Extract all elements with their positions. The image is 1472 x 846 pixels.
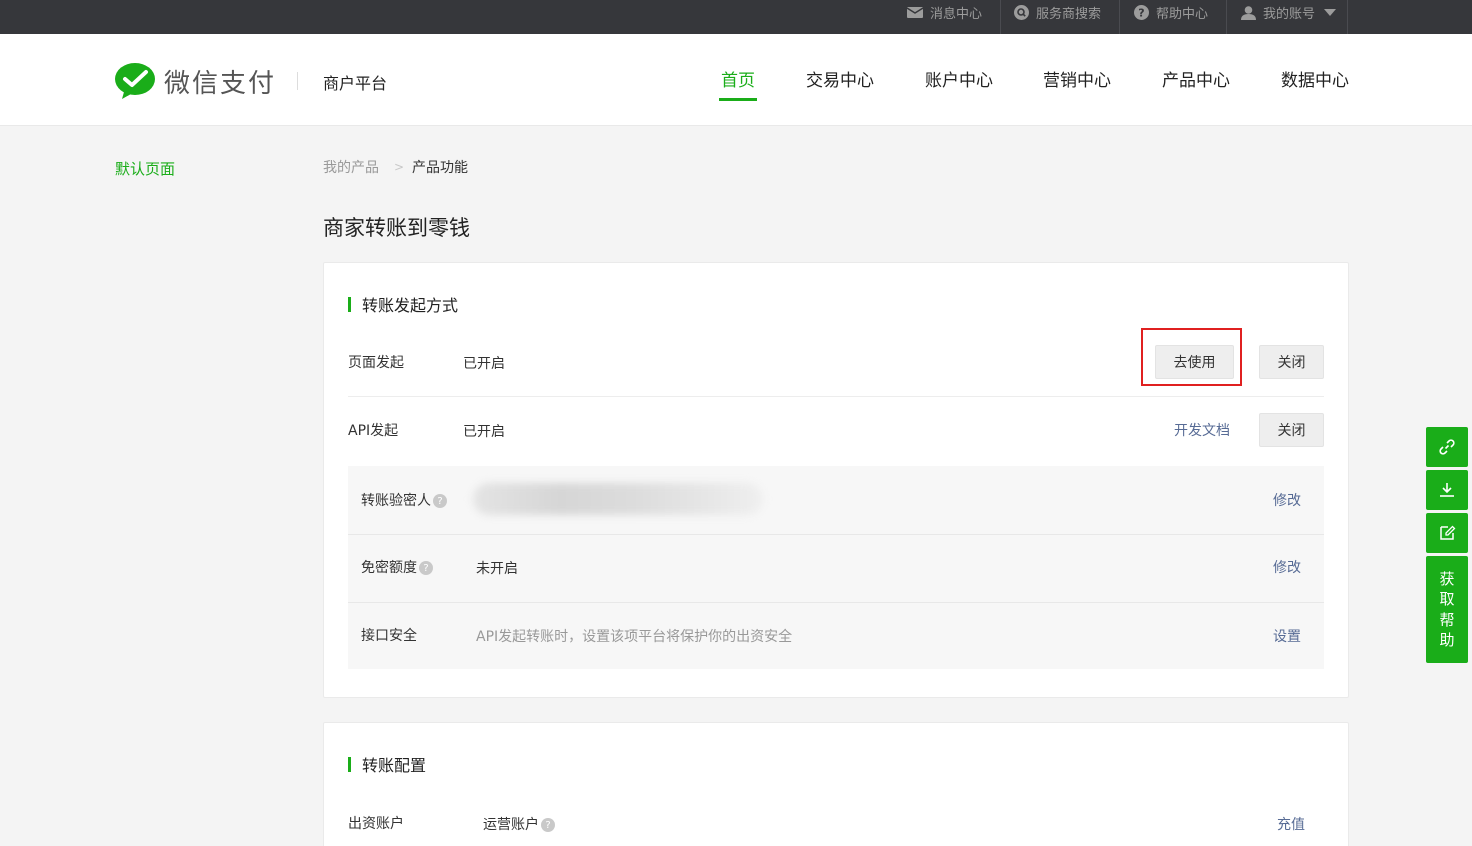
transfer-config-card: 转账配置 出资账户 运营账户? 充值: [323, 722, 1349, 846]
topbar-divider: [1119, 0, 1120, 34]
free-limit-edit-link[interactable]: 修改: [1273, 557, 1301, 577]
nav-products[interactable]: 产品中心: [1162, 66, 1230, 91]
breadcrumb-product-features: 产品功能: [412, 160, 468, 176]
message-center-link[interactable]: 消息中心: [907, 0, 982, 25]
provider-search-link[interactable]: 服务商搜索: [1014, 0, 1101, 25]
row-divider: [348, 602, 1324, 603]
funding-account-value-wrap: 运营账户?: [483, 814, 555, 834]
help-char: 获: [1439, 569, 1455, 588]
nav-data[interactable]: 数据中心: [1281, 66, 1349, 91]
verifier-edit-link[interactable]: 修改: [1273, 490, 1301, 510]
page-initiate-status: 已开启: [463, 356, 505, 372]
api-settings-panel: 转账验密人? 修改 免密额度? 未开启 修改 接口安全 API发起转账时，设置该…: [348, 466, 1324, 669]
my-account-label: 我的账号: [1263, 7, 1316, 22]
row-divider: [348, 534, 1324, 535]
logo-divider: [297, 72, 298, 90]
page-title: 商家转账到零钱: [323, 216, 470, 240]
section-heading: 转账发起方式: [348, 292, 458, 316]
verifier-label-wrap: 转账验密人?: [361, 490, 447, 510]
svg-text:?: ?: [1138, 7, 1144, 20]
download-tool-button[interactable]: [1426, 470, 1468, 510]
api-initiate-status: 已开启: [463, 424, 505, 440]
topbar-divider: [1347, 0, 1348, 34]
wechat-pay-logo[interactable]: 微信支付: [114, 62, 276, 100]
edit-tool-button[interactable]: [1426, 513, 1468, 553]
api-security-settings-link[interactable]: 设置: [1273, 626, 1301, 646]
help-tooltip-icon[interactable]: ?: [433, 494, 447, 508]
nav-account[interactable]: 账户中心: [925, 66, 993, 91]
top-utility-bar: 消息中心 服务商搜索 ? 帮助中心 我的账号: [0, 0, 1472, 34]
provider-search-label: 服务商搜索: [1036, 7, 1102, 22]
my-account-menu[interactable]: 我的账号: [1241, 0, 1337, 25]
platform-name: 商户平台: [323, 74, 388, 93]
close-page-initiate-button[interactable]: 关闭: [1259, 345, 1324, 379]
link-icon: [1439, 439, 1455, 455]
mail-icon: [907, 7, 923, 18]
funding-account-value: 运营账户: [483, 817, 539, 833]
help-tooltip-icon[interactable]: ?: [419, 561, 433, 575]
section-title: 转账发起方式: [362, 296, 459, 315]
edit-icon: [1440, 525, 1456, 540]
help-char: 帮: [1439, 610, 1455, 629]
section-accent-bar: [348, 296, 351, 312]
get-help-button[interactable]: 获 取 帮 助: [1426, 556, 1468, 663]
section-title: 转账配置: [362, 756, 427, 775]
download-icon: [1440, 483, 1454, 497]
page-initiate-label: 页面发起: [348, 355, 404, 371]
nav-active-indicator: [719, 98, 757, 101]
help-char: 助: [1439, 631, 1455, 649]
transfer-method-card: 转账发起方式 页面发起 已开启 去使用 关闭 API发起 已开启 开发文档 关闭…: [323, 262, 1349, 698]
api-security-label: 接口安全: [361, 628, 417, 644]
use-button[interactable]: 去使用: [1155, 345, 1234, 379]
sidebar-item-default-page[interactable]: 默认页面: [115, 158, 175, 179]
verifier-label: 转账验密人: [361, 493, 431, 509]
breadcrumb-separator: >: [394, 160, 405, 174]
free-limit-label: 免密额度: [361, 560, 417, 576]
dev-docs-link[interactable]: 开发文档: [1174, 420, 1230, 440]
verifier-value-blurred: [473, 483, 763, 515]
main-header: 微信支付 商户平台 首页 交易中心 账户中心 营销中心 产品中心 数据中心: [0, 34, 1472, 126]
topbar-divider: [1000, 0, 1001, 34]
nav-transactions[interactable]: 交易中心: [806, 66, 874, 91]
link-tool-button[interactable]: [1426, 427, 1468, 467]
breadcrumb-my-products[interactable]: 我的产品: [323, 157, 379, 177]
logo-text: 微信支付: [164, 68, 277, 99]
api-initiate-label: API发起: [348, 423, 399, 439]
floating-toolbar: 获 取 帮 助: [1426, 427, 1468, 663]
funding-account-label: 出资账户: [348, 816, 404, 832]
wechat-pay-logo-icon: [115, 63, 155, 99]
section-accent-bar: [348, 756, 351, 772]
help-center-link[interactable]: ? 帮助中心: [1134, 0, 1208, 25]
api-security-desc: API发起转账时，设置该项平台将保护你的出资安全: [476, 629, 793, 645]
help-center-label: 帮助中心: [1156, 7, 1209, 22]
help-tooltip-icon[interactable]: ?: [541, 818, 555, 832]
recharge-link[interactable]: 充值: [1277, 814, 1305, 834]
nav-home[interactable]: 首页: [721, 66, 755, 91]
topbar-divider: [1226, 0, 1227, 34]
search-circle-icon: [1014, 5, 1029, 20]
free-limit-status: 未开启: [476, 561, 518, 577]
question-circle-icon: ?: [1134, 5, 1149, 20]
section-heading: 转账配置: [348, 752, 426, 776]
caret-down-icon: [1324, 5, 1337, 20]
message-center-label: 消息中心: [930, 7, 983, 22]
user-icon: [1241, 5, 1256, 20]
close-api-initiate-button[interactable]: 关闭: [1259, 413, 1324, 447]
help-char: 取: [1439, 590, 1455, 608]
free-limit-label-wrap: 免密额度?: [361, 557, 433, 577]
nav-marketing[interactable]: 营销中心: [1043, 66, 1111, 91]
row-divider: [348, 396, 1324, 397]
